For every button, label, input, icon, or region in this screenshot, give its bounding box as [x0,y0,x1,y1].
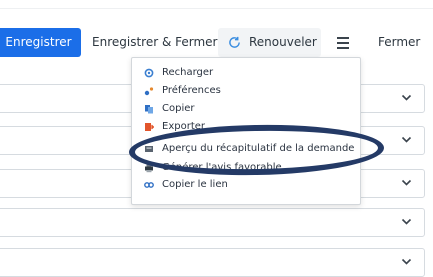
menu-item-label: Recharger [162,67,214,78]
save-button[interactable]: Enregistrer [0,28,81,57]
menu-item-label: Préférences [162,85,221,96]
refresh-icon [229,36,240,48]
collapsible-section-5[interactable] [0,248,425,277]
link-icon [144,182,154,188]
menu-item-label: Copier le lien [162,179,228,190]
menu-item-preferences[interactable]: Préférences [132,82,360,100]
close-button[interactable]: Fermer [378,28,420,57]
refresh-icon [144,68,154,78]
menu-item-label: Copier [162,103,195,114]
copy-icon [145,105,153,114]
preferences-icon [144,87,154,96]
export-icon [145,123,154,131]
renew-label: Renouveler [249,35,317,49]
menu-item-copy[interactable]: Copier [132,100,360,118]
chevron-down-icon[interactable] [401,135,412,144]
top-divider [0,8,433,9]
menu-item-reload[interactable]: Recharger [132,64,360,82]
more-menu-icon[interactable] [337,37,349,49]
collapsible-section-4[interactable] [0,208,425,237]
chevron-down-icon[interactable] [401,257,412,266]
renew-button[interactable]: Renouveler [218,28,321,57]
chevron-down-icon[interactable] [401,217,412,226]
chevron-down-icon[interactable] [401,93,412,102]
chevron-down-icon[interactable] [401,178,412,187]
save-and-close-button[interactable]: Enregistrer & Fermer [92,28,217,57]
toolbar: Enregistrer Enregistrer & Fermer Renouve… [0,28,433,58]
menu-item-copy-link[interactable]: Copier le lien [132,176,360,194]
